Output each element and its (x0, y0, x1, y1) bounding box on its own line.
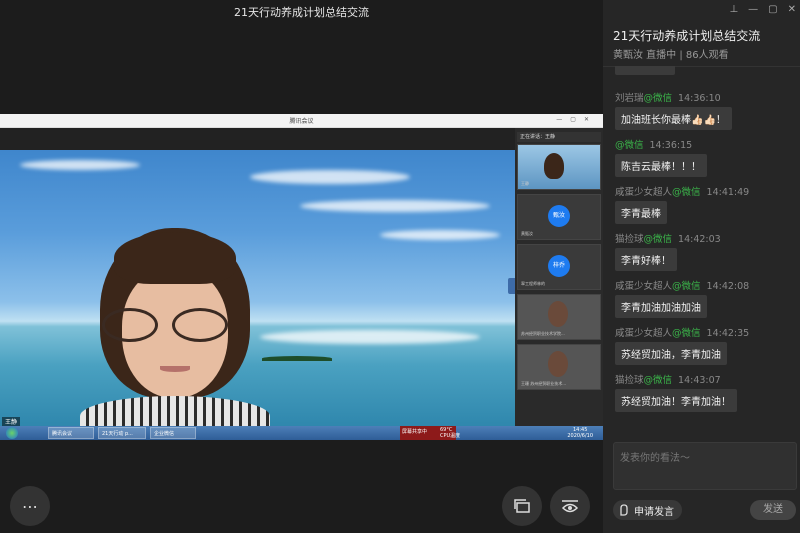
send-button[interactable]: 发送 (750, 500, 796, 520)
sender-name: 猫捡球 (615, 234, 644, 245)
message-bubble: 李青加油加油加油 (615, 295, 707, 318)
windows-taskbar: 腾讯会议 21天行动 p... 企业微信 屏幕共享中 69°C CPU温度 14… (0, 426, 603, 440)
sender-name: 咸蛋少女超人 (615, 281, 673, 292)
list-item: 刘岩瑞@微信 14:36:10 加油班长你最棒👍🏻👍🏻！ (615, 90, 795, 130)
list-item: 猫捡球@微信 14:43:07 苏经贸加油！李青加油！ (615, 372, 795, 412)
timestamp: 14:36:10 (678, 93, 721, 104)
eye-view-icon (561, 500, 579, 513)
screen-switch-button[interactable] (502, 486, 542, 526)
comment-textarea[interactable] (614, 443, 796, 489)
list-item: 咸蛋少女超人@微信 14:41:49 李青最棒 (615, 184, 795, 224)
live-video-panel: 21天行动养成计划总结交流 腾讯会议 —▢✕ 王静 正在讲话：王静 王静 甄汝 … (0, 0, 603, 533)
shared-window-controls: —▢✕ (556, 116, 597, 123)
shared-window-titlebar: 腾讯会议 —▢✕ (0, 114, 603, 128)
avatar: 梓乔 (548, 255, 570, 277)
participant-thumb[interactable]: 梓乔 翠工程师林的 (517, 244, 601, 290)
speaker-name-tag: 王静 (2, 417, 21, 426)
screen-switch-icon (514, 499, 530, 513)
close-icon[interactable]: ✕ (788, 4, 796, 15)
list-item: 咸蛋少女超人@微信 14:42:35 苏经贸加油，李青加油 (615, 325, 795, 365)
minimize-icon[interactable]: — (748, 4, 758, 15)
participant-thumb[interactable]: 甄汝 黄甄汝 (517, 194, 601, 240)
taskbar-item[interactable]: 21天行动 p... (98, 427, 146, 439)
timestamp: 14:42:08 (706, 281, 750, 292)
timestamp: 14:43:07 (678, 375, 721, 386)
shared-window-title: 腾讯会议 (289, 118, 314, 125)
sender-name: 咸蛋少女超人 (615, 328, 673, 339)
list-item: @微信 14:36:15 陈吉云最棒！！！ (615, 137, 795, 177)
apply-speak-label: 申请发言 (634, 506, 674, 518)
participant-thumbnails: 正在讲话：王静 王静 甄汝 黄甄汝 梓乔 翠工程师林的 苏州经贸职业技术学院..… (515, 128, 603, 426)
chat-title: 21天行动养成计划总结交流 (613, 29, 761, 43)
shared-screen: 腾讯会议 —▢✕ 王静 正在讲话：王静 王静 甄汝 黄甄汝 梓乔 翠工程师林的 … (0, 114, 603, 440)
speaker-person (80, 228, 270, 426)
taskbar-clock: 14:45 2020/6/10 (567, 427, 593, 439)
maximize-icon[interactable]: ▢ (768, 4, 777, 15)
main-speaker-video: 王静 (0, 150, 515, 426)
chat-panel: ⊥ — ▢ ✕ 21天行动养成计划总结交流 黄甄汝 直播中 | 86人观看 刘岩… (603, 0, 800, 533)
meeting-top-bar (0, 128, 603, 150)
sender-name: 刘岩瑞 (615, 93, 644, 104)
timestamp: 14:42:03 (678, 234, 721, 245)
apply-speak-button[interactable]: 申请发言 (613, 500, 682, 520)
raise-hand-icon (620, 504, 628, 516)
sender-name: 咸蛋少女超人 (615, 187, 673, 198)
live-title: 21天行动养成计划总结交流 (234, 6, 369, 19)
speaking-indicator: 正在讲话：王静 (517, 132, 601, 142)
message-list[interactable]: 刘岩瑞@微信 14:36:10 加油班长你最棒👍🏻👍🏻！ @微信 14:36:15 … (603, 66, 800, 430)
live-status: 黄甄汝 直播中 | 86人观看 (613, 50, 729, 61)
taskbar-item[interactable]: 腾讯会议 (48, 427, 94, 439)
collapse-thumbnails-icon[interactable] (508, 278, 515, 294)
pin-icon[interactable]: ⊥ (729, 4, 738, 15)
timestamp: 14:41:49 (706, 187, 750, 198)
message-bubble: 苏经贸加油，李青加油 (615, 342, 727, 365)
list-item: 咸蛋少女超人@微信 14:42:08 李青加油加油加油 (615, 278, 795, 318)
timestamp: 14:36:15 (649, 140, 693, 151)
message-bubble: 陈吉云最棒！！！ (615, 154, 707, 177)
view-mode-button[interactable] (550, 486, 590, 526)
list-item (615, 66, 795, 90)
window-controls: ⊥ — ▢ ✕ (729, 4, 796, 15)
taskbar-item[interactable]: 企业微信 (150, 427, 196, 439)
meeting-area: 王静 正在讲话：王静 王静 甄汝 黄甄汝 梓乔 翠工程师林的 苏州经贸职业技术学… (0, 128, 603, 426)
participant-thumb[interactable]: 王珊 苏州经贸职业技术... (517, 344, 601, 390)
island (262, 356, 332, 361)
list-item: 猫捡球@微信 14:42:03 李青好棒！ (615, 231, 795, 271)
start-button-icon[interactable] (6, 427, 18, 439)
message-bubble: 李青好棒！ (615, 248, 677, 271)
participant-thumb[interactable]: 苏州经贸职业技术学院... (517, 294, 601, 340)
participant-thumb[interactable]: 王静 (517, 144, 601, 190)
avatar: 甄汝 (548, 205, 570, 227)
cpu-temp: 69°C CPU温度 (440, 427, 461, 439)
sender-name: 猫捡球 (615, 375, 644, 386)
more-icon: ⋯ (22, 496, 38, 516)
timestamp: 14:42:35 (706, 328, 750, 339)
message-bubble: 李青最棒 (615, 201, 667, 224)
message-bubble: 加油班长你最棒👍🏻👍🏻！ (615, 107, 732, 130)
comment-input[interactable] (613, 442, 797, 490)
message-bubble: 苏经贸加油！李青加油！ (615, 389, 737, 412)
more-button[interactable]: ⋯ (10, 486, 50, 526)
